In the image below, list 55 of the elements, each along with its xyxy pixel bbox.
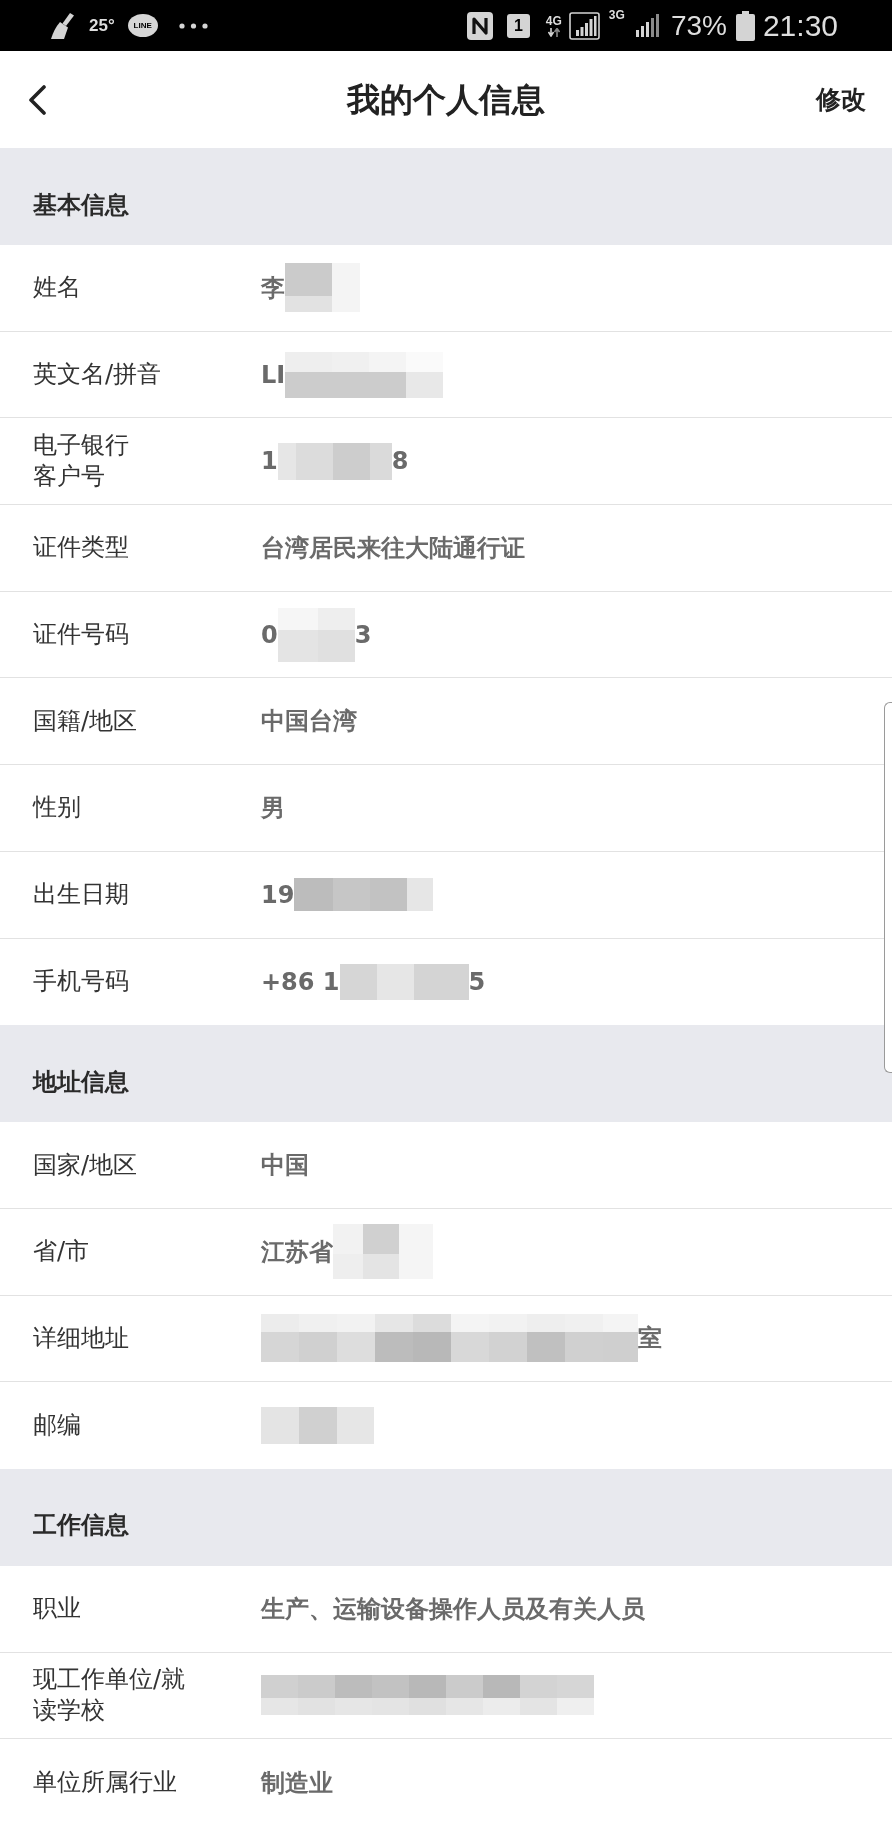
back-icon [27, 84, 47, 115]
field-label: 现工作单位/就读学校 [33, 1664, 187, 1727]
field-label: 单位所属行业 [33, 1767, 177, 1799]
field-label: 证件号码 [33, 619, 129, 651]
network-type-label: 3G [608, 9, 625, 21]
field-label: 邮编 [33, 1410, 81, 1442]
signal-icon [635, 14, 661, 37]
sim-slot-badge: 1 [506, 13, 530, 38]
field-label: 英文名/拼音 [33, 359, 162, 391]
nfc-icon [466, 11, 493, 40]
field-value: 生产、运输设备操作人员及有关人员 [261, 1596, 645, 1621]
field-value: 李 [261, 275, 285, 300]
field-value: 江苏省 [261, 1239, 333, 1264]
field-label: 姓名 [33, 272, 81, 304]
field-label: 客户号 [33, 461, 105, 493]
scroll-indicator[interactable] [884, 702, 892, 1073]
field-label: 详细地址 [33, 1322, 129, 1354]
field-value: +86 1 [261, 969, 340, 994]
battery-percent-text: 73% [670, 11, 727, 40]
field-value: 5 [468, 969, 486, 994]
data-arrows-icon [547, 27, 560, 37]
battery-icon [735, 10, 755, 41]
field-value: 8 [391, 449, 409, 474]
field-value: 0 [261, 622, 278, 647]
field-label: 电子银行 [33, 430, 129, 462]
page-title: 我的个人信息 [347, 83, 545, 116]
field-value: 室 [638, 1326, 662, 1351]
field-label: 手机号码 [33, 966, 129, 998]
field-value: 中国 [261, 1153, 309, 1178]
field-label: 出生日期 [33, 879, 129, 911]
field-value: 台湾居民来往大陆通行证 [261, 535, 525, 560]
field-value: 男 [261, 795, 285, 820]
field-label: 国籍/地区 [33, 705, 138, 737]
field-value: 1 [261, 449, 278, 474]
field-value: 制造业 [261, 1770, 333, 1795]
field-label: 省/市 [33, 1236, 90, 1268]
chat-app-badge: LINE [127, 14, 158, 37]
clock-text: 21:30 [762, 10, 838, 41]
field-value: 中国台湾 [261, 709, 357, 734]
field-label: 证件类型 [33, 532, 129, 564]
section-header: 地址信息 [0, 1025, 892, 1123]
temperature-text: 25° [89, 17, 115, 34]
network-type-label: 4G [545, 14, 562, 27]
field-label: 职业 [33, 1593, 81, 1625]
field-value: 3 [354, 622, 372, 647]
section-header: 工作信息 [0, 1468, 892, 1566]
field-label: 性别 [33, 792, 81, 824]
field-value: LI [261, 362, 286, 387]
field-value: 19 [261, 882, 295, 907]
edit-button[interactable]: 修改 [816, 87, 866, 112]
signal-icon [568, 11, 600, 40]
section-header: 基本信息 [0, 148, 892, 245]
more-dots-icon [178, 22, 208, 29]
field-label: 国家/地区 [33, 1149, 138, 1181]
broom-icon [50, 11, 76, 40]
